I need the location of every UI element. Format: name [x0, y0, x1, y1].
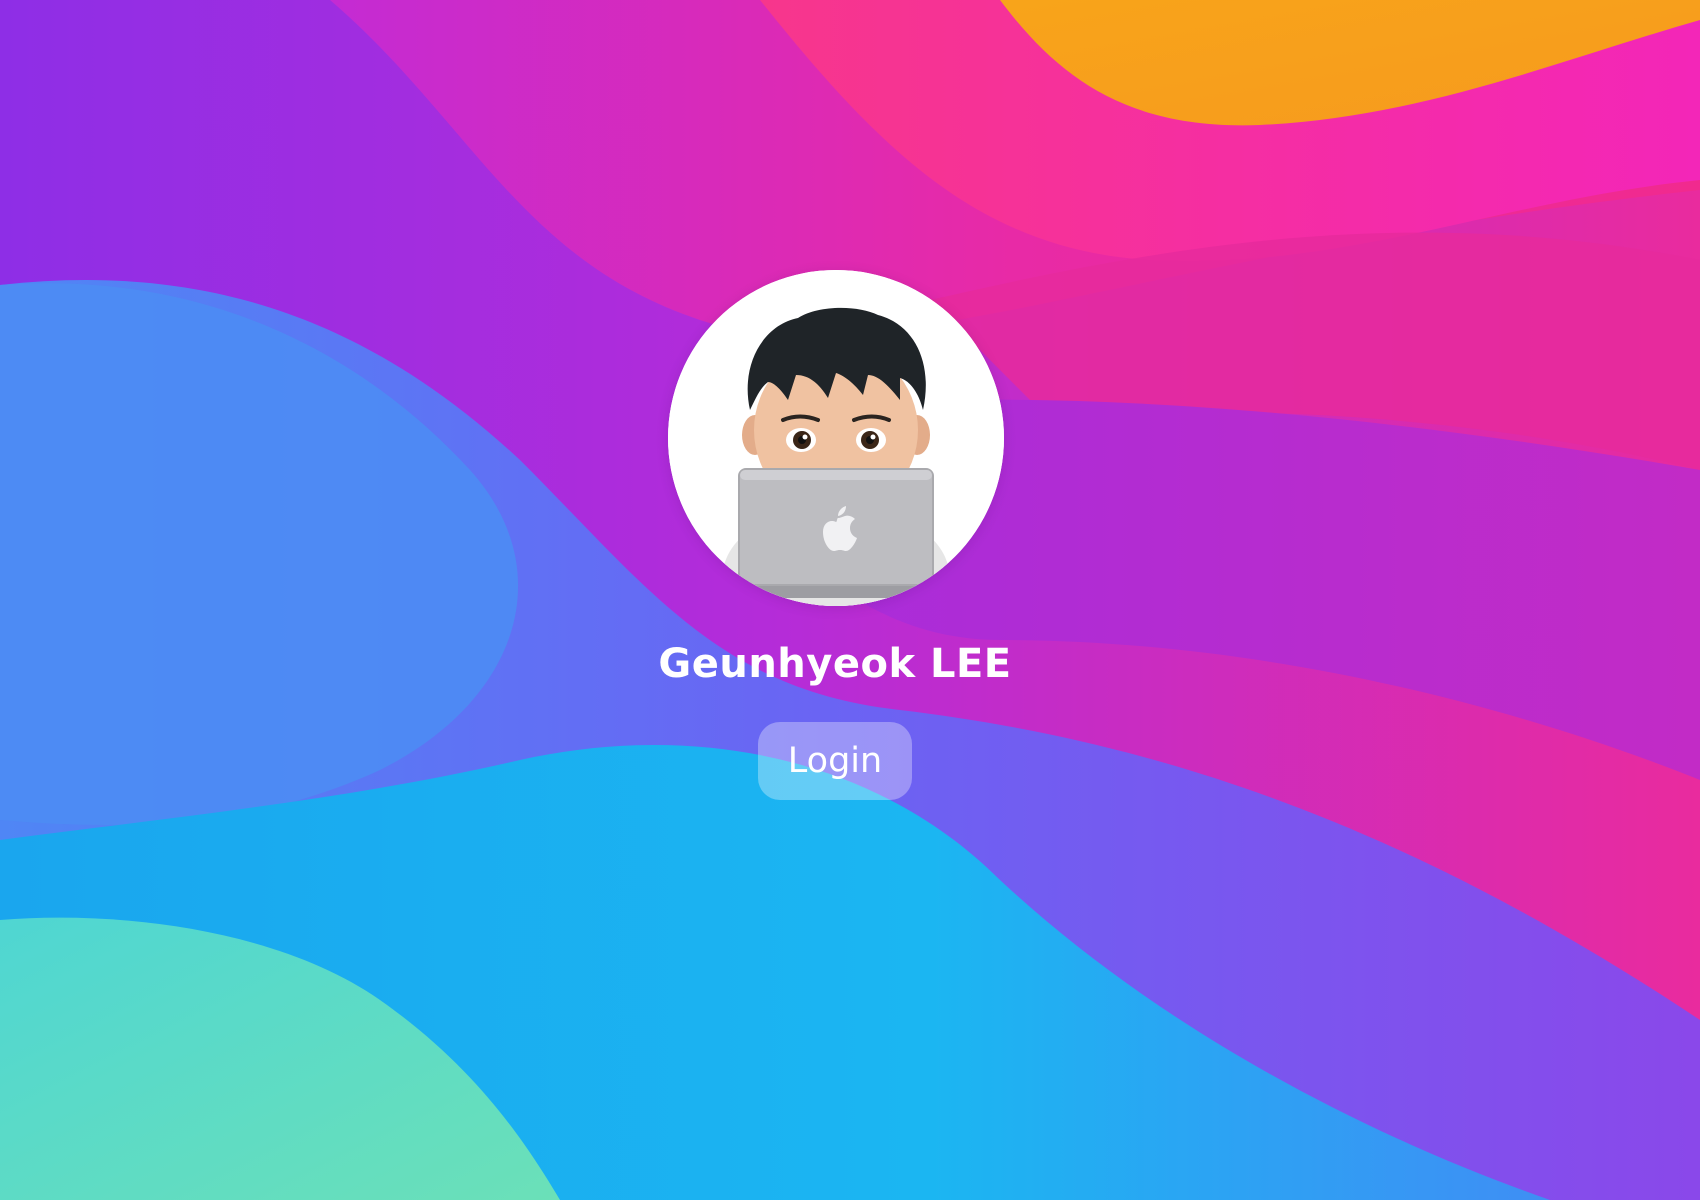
login-button[interactable]: Login [758, 722, 912, 800]
login-panel: Geunhyeok LEE Login [0, 0, 1700, 1200]
user-avatar[interactable] [668, 270, 1004, 606]
user-name: Geunhyeok LEE [658, 641, 1012, 687]
memoji-laptop-icon [668, 270, 1004, 606]
